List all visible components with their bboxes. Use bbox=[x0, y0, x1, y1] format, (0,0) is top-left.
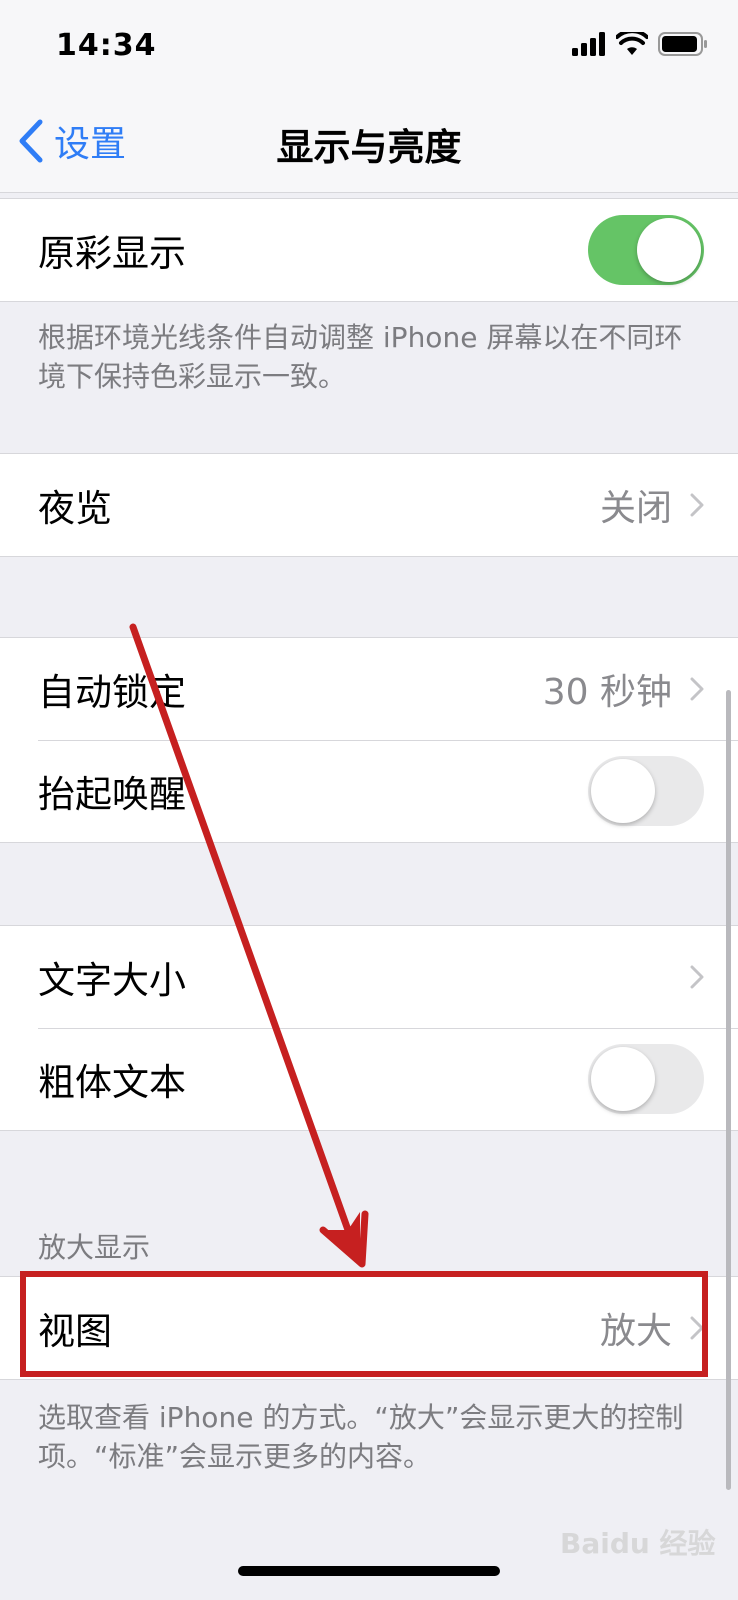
zoom-section-header: 放大显示 bbox=[38, 1231, 151, 1264]
status-icons bbox=[572, 32, 708, 56]
watermark: Baidu 经验 bbox=[560, 1527, 716, 1560]
true-tone-toggle[interactable] bbox=[588, 215, 704, 285]
true-tone-group: 原彩显示 bbox=[0, 198, 738, 302]
text-group: 文字大小 粗体文本 bbox=[0, 925, 738, 1131]
zoom-description: 选取查看 iPhone 的方式。“放大”会显示更大的控制项。“标准”会显示更多的… bbox=[38, 1401, 684, 1474]
page-title: 显示与亮度 bbox=[276, 126, 462, 169]
toggle-knob bbox=[591, 1047, 655, 1111]
auto-lock-row[interactable]: 自动锁定 30 秒钟 bbox=[0, 638, 738, 740]
night-shift-value: 关闭 bbox=[599, 488, 672, 529]
wifi-icon bbox=[616, 32, 648, 55]
bold-text-row: 粗体文本 bbox=[0, 1028, 738, 1130]
chevron-right-icon bbox=[690, 965, 704, 989]
scroll-indicator bbox=[726, 690, 731, 1490]
true-tone-row: 原彩显示 bbox=[0, 199, 738, 301]
night-shift-row[interactable]: 夜览 关闭 bbox=[0, 454, 738, 556]
auto-lock-label: 自动锁定 bbox=[38, 671, 186, 714]
bold-text-toggle[interactable] bbox=[588, 1044, 704, 1114]
night-shift-group: 夜览 关闭 bbox=[0, 453, 738, 557]
toggle-knob bbox=[637, 218, 701, 282]
navigation-bar: 设置 显示与亮度 bbox=[0, 95, 738, 193]
bold-text-label: 粗体文本 bbox=[38, 1061, 186, 1104]
status-bar: 14:34 bbox=[0, 0, 738, 95]
raise-to-wake-toggle[interactable] bbox=[588, 756, 704, 826]
battery-icon bbox=[658, 32, 707, 56]
home-indicator[interactable] bbox=[238, 1566, 500, 1576]
auto-lock-value: 30 秒钟 bbox=[542, 672, 672, 713]
raise-to-wake-label: 抬起唤醒 bbox=[38, 773, 186, 816]
true-tone-description: 根据环境光线条件自动调整 iPhone 屏幕以在不同环境下保持色彩显示一致。 bbox=[38, 321, 683, 394]
toggle-knob bbox=[591, 759, 655, 823]
text-size-row[interactable]: 文字大小 bbox=[0, 926, 738, 1028]
raise-to-wake-row: 抬起唤醒 bbox=[0, 740, 738, 842]
night-shift-label: 夜览 bbox=[38, 487, 112, 530]
lock-group: 自动锁定 30 秒钟 抬起唤醒 bbox=[0, 637, 738, 843]
true-tone-label: 原彩显示 bbox=[38, 232, 186, 275]
cellular-signal-icon bbox=[572, 32, 605, 56]
chevron-right-icon bbox=[690, 493, 704, 517]
text-size-label: 文字大小 bbox=[38, 959, 186, 1002]
annotation-highlight-box bbox=[20, 1271, 708, 1377]
chevron-right-icon bbox=[690, 677, 704, 701]
status-time: 14:34 bbox=[56, 28, 157, 63]
